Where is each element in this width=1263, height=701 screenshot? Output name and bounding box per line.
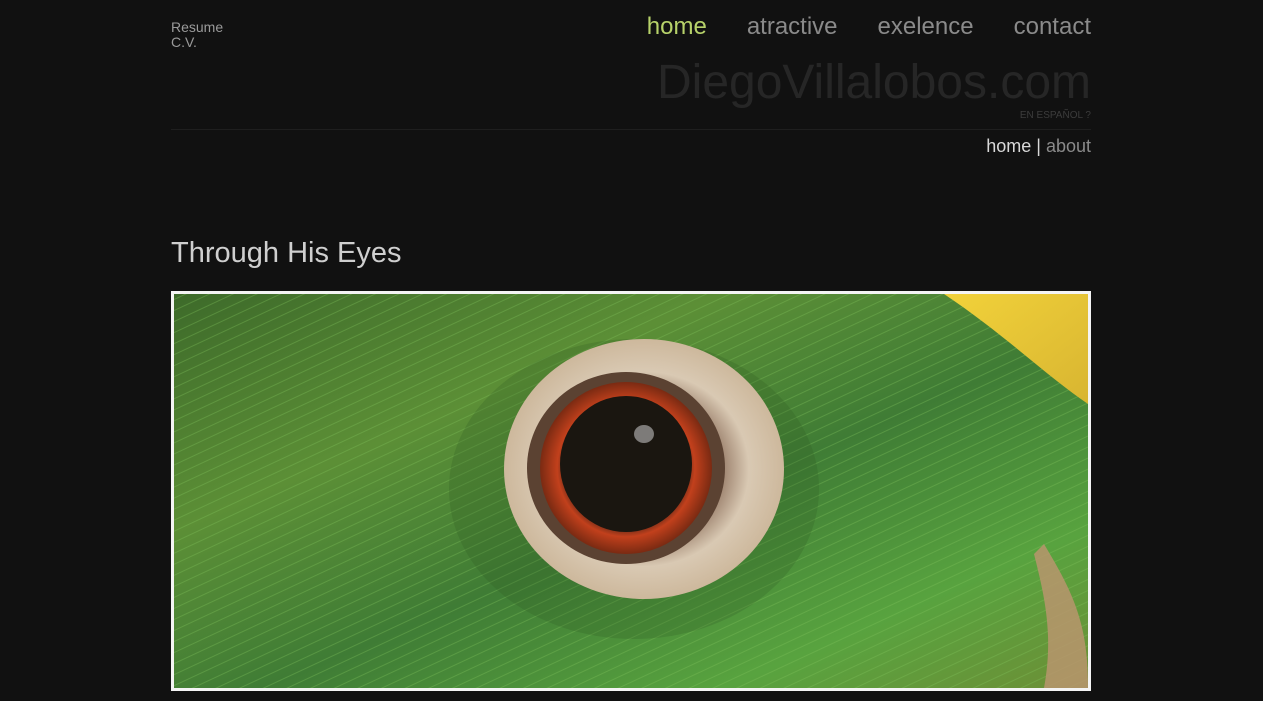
content-container: Resume C.V. home atractive exelence cont…: [171, 0, 1091, 701]
nav-home[interactable]: home: [647, 13, 707, 41]
header-divider: [171, 129, 1091, 130]
resume-link[interactable]: Resume: [171, 20, 223, 35]
cv-link[interactable]: C.V.: [171, 35, 223, 50]
side-links: Resume C.V.: [171, 20, 223, 50]
nav-contact[interactable]: contact: [1014, 13, 1091, 41]
site-title: DiegoVillalobos.com: [656, 56, 1091, 109]
sub-nav: home | about: [986, 135, 1091, 157]
language-link[interactable]: EN ESPAÑOL ?: [1020, 110, 1091, 122]
page: Resume C.V. home atractive exelence cont…: [0, 0, 1263, 701]
nav-atractive[interactable]: atractive: [747, 13, 838, 41]
nav-exelence[interactable]: exelence: [878, 13, 974, 41]
main-nav: home atractive exelence contact: [647, 13, 1091, 41]
sub-nav-home[interactable]: home: [986, 136, 1031, 156]
post-photo[interactable]: [171, 291, 1091, 691]
post-title: Through His Eyes: [171, 237, 402, 269]
sub-nav-separator: |: [1036, 136, 1041, 156]
sub-nav-about[interactable]: about: [1046, 136, 1091, 156]
parrot-eye-image: [174, 294, 1088, 688]
